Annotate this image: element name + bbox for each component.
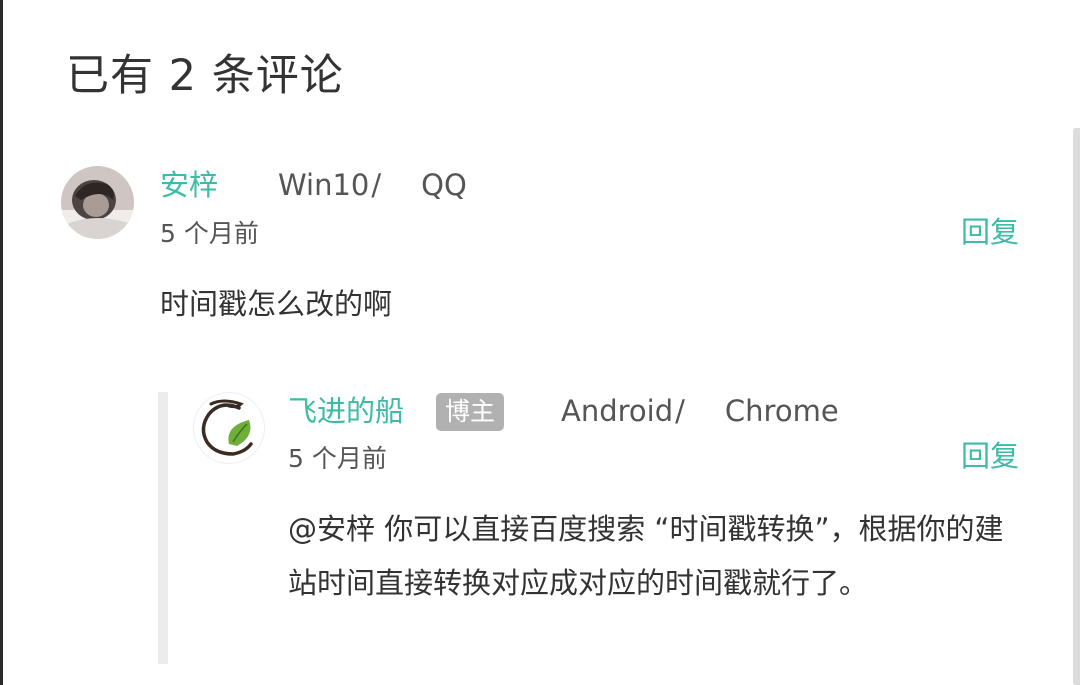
separator: / <box>371 168 382 202</box>
avatar[interactable] <box>193 392 265 464</box>
comment-text: 时间戳怎么改的啊 <box>160 287 393 321</box>
comment-user-agent: Android/ Chrome <box>561 391 839 431</box>
leaf-logo-icon <box>201 399 253 456</box>
reply-thread-line <box>158 392 168 664</box>
os-label: Android <box>561 394 674 428</box>
reply-button[interactable]: 回复 <box>961 212 1019 252</box>
comments-heading: 已有 2 条评论 <box>66 51 344 101</box>
browser-label: QQ <box>421 168 467 202</box>
comment-text: @安梓 你可以直接百度搜索 “时间戳转换”，根据你的建站时间直接转换对应成对应的… <box>288 512 1004 600</box>
user-avatar-image <box>61 166 134 239</box>
window-edge <box>0 0 3 685</box>
scrollbar[interactable] <box>1073 128 1080 685</box>
comment-author[interactable]: 安梓 <box>160 165 218 205</box>
author-badge: 博主 <box>436 393 505 431</box>
os-label: Win10 <box>278 168 370 202</box>
comment-user-agent: Win10/ QQ <box>278 165 467 205</box>
separator: / <box>675 394 685 428</box>
comment-time: 5 个月前 <box>160 219 259 248</box>
reply-button[interactable]: 回复 <box>961 436 1019 476</box>
avatar[interactable] <box>61 166 134 239</box>
comment-author[interactable]: 飞进的船 <box>288 391 404 431</box>
browser-label: Chrome <box>724 394 839 428</box>
comment-time: 5 个月前 <box>288 444 387 473</box>
